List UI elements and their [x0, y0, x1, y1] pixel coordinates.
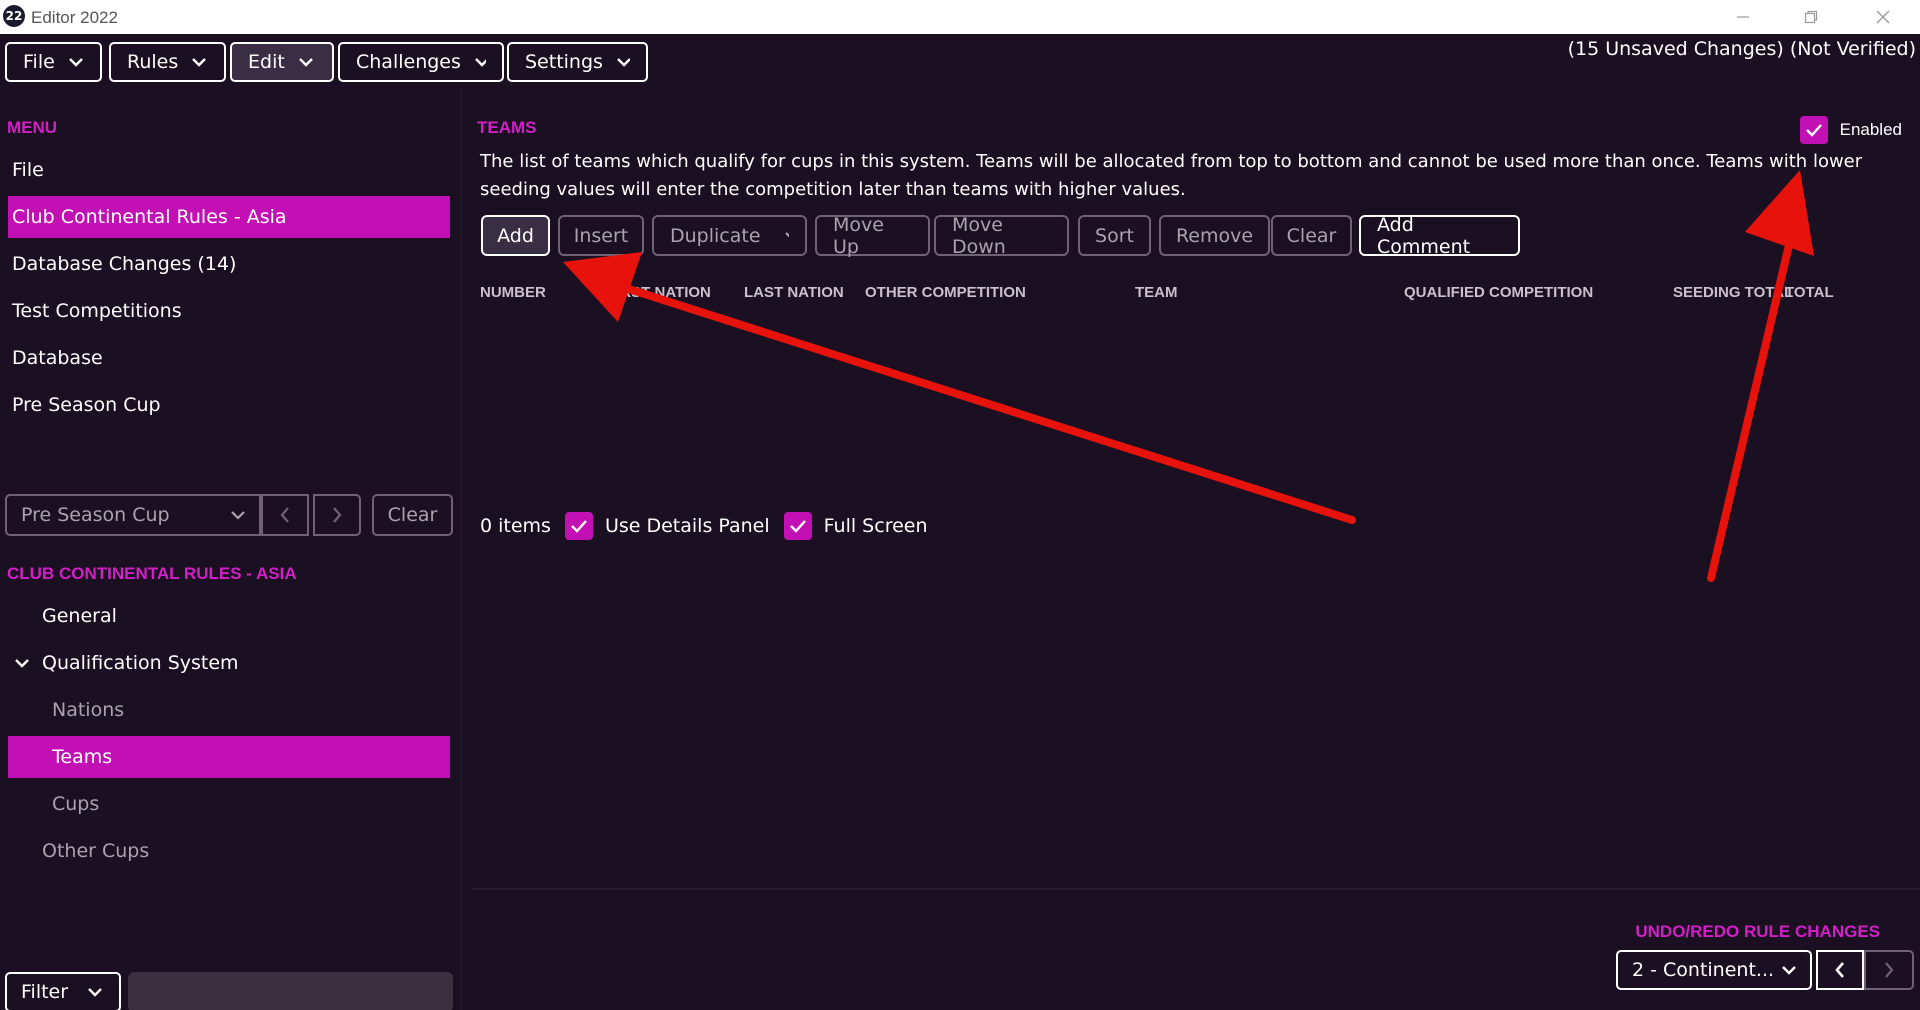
menu-section-title: MENU	[7, 118, 58, 137]
chevron-down-icon	[1782, 966, 1796, 975]
title-bar: 22 Editor 2022	[0, 0, 1920, 34]
close-icon[interactable]	[1860, 4, 1906, 30]
enabled-toggle[interactable]: Enabled	[1799, 116, 1902, 144]
filter-input[interactable]	[128, 972, 453, 1010]
tree-item-qualification-system[interactable]: Qualification System	[8, 642, 450, 684]
remove-button[interactable]: Remove	[1159, 215, 1270, 256]
chevron-down-icon	[475, 58, 486, 67]
minimize-icon[interactable]	[1720, 4, 1766, 30]
sidebar: MENU File Club Continental Rules - Asia …	[0, 88, 462, 1010]
tree-item-qualification-system-label: Qualification System	[42, 652, 239, 674]
sidebar-item-pre-season-cup[interactable]: Pre Season Cup	[8, 384, 450, 426]
window-title: Editor 2022	[31, 8, 118, 27]
sidebar-item-test-competitions[interactable]: Test Competitions	[8, 290, 450, 332]
chevron-down-icon	[192, 58, 207, 67]
chevron-down-icon	[15, 659, 29, 668]
undo-history-value: 2 - Continent...	[1632, 959, 1775, 981]
chevron-down-icon	[231, 511, 245, 520]
restore-icon[interactable]	[1788, 4, 1834, 30]
tree-item-other-cups[interactable]: Other Cups	[8, 830, 450, 872]
full-screen-checkbox[interactable]	[783, 512, 812, 540]
filter-label: Filter	[21, 981, 69, 1003]
chevron-down-icon	[88, 988, 102, 997]
rules-section-title: CLUB CONTINENTAL RULES - ASIA	[7, 564, 297, 583]
column-header-qualified-competition[interactable]: QUALIFIED COMPETITION	[1404, 284, 1593, 301]
use-details-panel-checkbox[interactable]	[564, 512, 593, 540]
teams-description: The list of teams which qualify for cups…	[480, 151, 1863, 200]
filter-button[interactable]: Filter	[5, 972, 121, 1010]
chevron-down-icon	[68, 58, 83, 67]
annotation-arrow-to-seeding	[1707, 224, 1797, 582]
clear-selection-button[interactable]: Clear	[372, 494, 453, 536]
competition-select[interactable]: Pre Season Cup	[5, 494, 261, 536]
challenges-menu-button[interactable]: Challenges	[338, 42, 504, 82]
edit-menu-label: Edit	[248, 51, 285, 73]
checkmark-icon	[1805, 124, 1822, 137]
column-header-seeding-total[interactable]: SEEDING TOTAL	[1673, 284, 1793, 301]
undo-redo-title: UNDO/REDO RULE CHANGES	[1635, 922, 1880, 941]
settings-menu-button[interactable]: Settings	[507, 42, 648, 82]
file-menu-label: File	[23, 51, 55, 73]
tree-item-nations[interactable]: Nations	[8, 689, 450, 731]
tree-item-general[interactable]: General	[8, 595, 450, 637]
chevron-right-icon	[1885, 962, 1894, 978]
undo-button[interactable]	[1816, 950, 1864, 990]
unsaved-changes-status: (15 Unsaved Changes) (Not Verified)	[1567, 38, 1916, 60]
add-comment-button[interactable]: Add Comment	[1359, 214, 1520, 258]
next-button[interactable]	[313, 494, 361, 536]
teams-section-title: TEAMS	[477, 118, 537, 137]
competition-select-value: Pre Season Cup	[21, 504, 170, 526]
undo-history-select[interactable]: 2 - Continent...	[1616, 950, 1812, 990]
challenges-menu-label: Challenges	[356, 51, 461, 73]
app-logo-icon: 22	[3, 5, 25, 27]
chevron-left-icon	[1835, 962, 1844, 978]
sidebar-item-database-changes[interactable]: Database Changes (14)	[8, 243, 450, 285]
annotation-arrow-to-add	[606, 279, 1356, 524]
clear-button[interactable]: Clear	[1271, 215, 1352, 256]
full-screen-label: Full Screen	[823, 515, 928, 537]
column-header-other-competition[interactable]: OTHER COMPETITION	[865, 284, 1026, 301]
column-header-team[interactable]: TEAM	[1135, 284, 1178, 301]
items-count: 0 items	[480, 515, 551, 537]
add-button[interactable]: Add	[481, 215, 550, 256]
insert-button[interactable]: Insert	[558, 215, 644, 256]
checkmark-icon	[789, 520, 806, 533]
tree-item-cups[interactable]: Cups	[8, 783, 450, 825]
sidebar-item-file[interactable]: File	[8, 149, 450, 191]
enabled-checkbox[interactable]	[1799, 116, 1828, 144]
settings-menu-label: Settings	[525, 51, 603, 73]
chevron-down-icon	[298, 58, 313, 67]
move-down-button[interactable]: Move Down	[934, 214, 1069, 258]
duplicate-label: Duplicate	[670, 224, 761, 247]
redo-button[interactable]	[1864, 950, 1914, 990]
sort-button[interactable]: Sort	[1078, 215, 1151, 256]
chevron-left-icon	[280, 507, 289, 523]
rules-menu-button[interactable]: Rules	[109, 42, 226, 82]
duplicate-button[interactable]: Duplicate	[652, 215, 807, 256]
column-header-first-nation[interactable]: FIRST NATION	[607, 284, 711, 301]
sidebar-item-club-continental-rules-asia[interactable]: Club Continental Rules - Asia	[8, 196, 450, 238]
panel-divider	[472, 888, 1920, 890]
rules-menu-label: Rules	[127, 51, 179, 73]
edit-menu-button[interactable]: Edit	[230, 42, 334, 82]
chevron-down-icon	[617, 58, 630, 67]
checkmark-icon	[571, 520, 587, 533]
move-up-button[interactable]: Move Up	[815, 214, 930, 258]
enabled-label: Enabled	[1839, 120, 1902, 139]
column-header-number[interactable]: NUMBER	[480, 284, 546, 301]
list-footer: 0 items Use Details Panel Full Screen	[480, 511, 928, 541]
sidebar-item-database[interactable]: Database	[8, 337, 450, 379]
column-header-last-nation[interactable]: LAST NATION	[744, 284, 844, 301]
previous-button[interactable]	[261, 494, 309, 536]
file-menu-button[interactable]: File	[5, 42, 102, 82]
column-header-total[interactable]: TOTAL	[1785, 284, 1834, 301]
chevron-right-icon	[333, 507, 342, 523]
tree-item-teams[interactable]: Teams	[8, 736, 450, 778]
use-details-panel-label: Use Details Panel	[604, 515, 770, 537]
chevron-down-icon	[784, 231, 789, 238]
